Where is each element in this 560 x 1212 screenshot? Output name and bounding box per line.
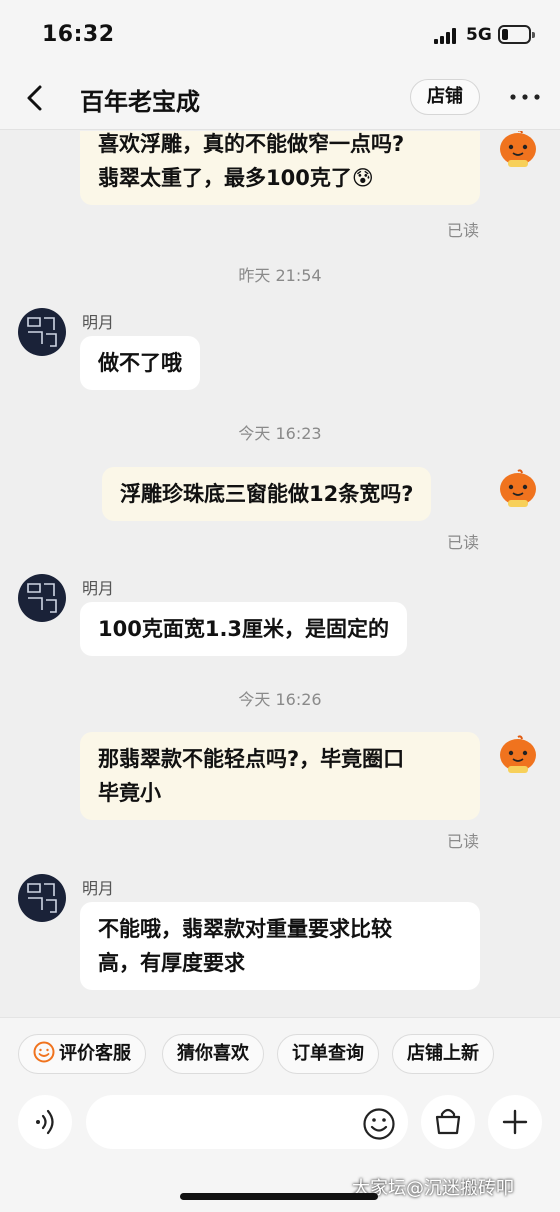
read-status: 已读 <box>447 533 480 552</box>
chip-label: 评价客服 <box>59 1043 131 1064</box>
add-button[interactable] <box>488 1095 542 1149</box>
read-status: 已读 <box>447 832 480 851</box>
timestamp: 今天 16:23 <box>238 424 322 443</box>
smile-icon <box>33 1041 55 1063</box>
message-bubble-incoming[interactable]: 不能哦，翡翠款对重量要求比较 高，有厚度要求 <box>80 902 480 990</box>
emoji-icon[interactable] <box>362 1107 396 1141</box>
emoji-sweat-icon: 😰 <box>351 166 374 190</box>
chip-guess-you-like[interactable]: 猜你喜欢 <box>162 1034 264 1074</box>
quick-reply-bar: 评价客服 猜你喜欢 订单查询 店铺上新 <box>0 1017 560 1085</box>
message-bubble-outgoing[interactable]: 那翡翠款不能轻点吗?，毕竟圈口 毕竟小 <box>80 732 480 820</box>
message-bubble-incoming[interactable]: 100克面宽1.3厘米，是固定的 <box>80 602 408 656</box>
message-line: 喜欢浮雕，真的不能做窄一点吗? <box>98 132 405 156</box>
chip-order-query[interactable]: 订单查询 <box>277 1034 379 1074</box>
message-line: 高，有厚度要求 <box>98 951 245 975</box>
chip-rate-service[interactable]: 评价客服 <box>18 1034 146 1074</box>
message-text: 浮雕珍珠底三窗能做12条宽吗? <box>120 482 414 506</box>
shop-button[interactable]: 店铺 <box>410 79 480 115</box>
shop-logo-icon <box>27 583 57 613</box>
message-line: 毕竟小 <box>98 781 161 805</box>
message-line: 不能哦，翡翠款对重量要求比较 <box>98 917 392 941</box>
status-bar: 16:32 5G <box>0 0 560 70</box>
shop-logo-icon <box>27 883 57 913</box>
my-avatar-icon[interactable] <box>498 735 538 775</box>
chip-label: 订单查询 <box>292 1043 364 1064</box>
my-avatar-icon[interactable] <box>498 469 538 509</box>
message-line: 翡翠太重了，最多100克了 <box>98 166 352 190</box>
battery-icon <box>498 25 535 44</box>
home-indicator[interactable] <box>180 1193 378 1200</box>
message-bubble-incoming[interactable]: 做不了哦 <box>80 336 200 390</box>
plus-icon <box>502 1109 528 1135</box>
read-status: 已读 <box>447 221 480 240</box>
chat-list[interactable]: 喜欢浮雕，真的不能做窄一点吗? 翡翠太重了，最多100克了😰 已读 昨天 21:… <box>0 131 560 1016</box>
message-text: 做不了哦 <box>98 351 182 375</box>
status-time: 16:32 <box>42 22 115 47</box>
back-chevron-icon[interactable] <box>20 82 52 114</box>
message-line: 那翡翠款不能轻点吗?，毕竟圈口 <box>98 747 405 771</box>
network-type: 5G <box>466 25 492 45</box>
page-title: 百年老宝成 <box>80 88 200 116</box>
more-icon[interactable] <box>505 80 545 114</box>
sender-name: 明月 <box>82 579 115 598</box>
voice-button[interactable] <box>18 1095 72 1149</box>
shopping-bag-icon <box>435 1108 461 1135</box>
voice-icon <box>36 1109 54 1135</box>
chip-shop-new[interactable]: 店铺上新 <box>392 1034 494 1074</box>
shop-avatar[interactable] <box>18 574 66 622</box>
shop-avatar[interactable] <box>18 308 66 356</box>
timestamp: 昨天 21:54 <box>238 266 322 285</box>
my-avatar-icon[interactable] <box>498 131 538 169</box>
message-input[interactable] <box>86 1095 408 1149</box>
sender-name: 明月 <box>82 879 115 898</box>
message-bubble-outgoing[interactable]: 浮雕珍珠底三窗能做12条宽吗? <box>102 467 432 521</box>
shop-avatar[interactable] <box>18 874 66 922</box>
signal-icon <box>434 28 460 44</box>
sender-name: 明月 <box>82 313 115 332</box>
chip-label: 店铺上新 <box>407 1043 479 1064</box>
nav-bar: 百年老宝成 店铺 <box>0 70 560 130</box>
shop-logo-icon <box>27 317 57 347</box>
message-text: 100克面宽1.3厘米，是固定的 <box>98 617 390 641</box>
chip-label: 猜你喜欢 <box>177 1043 249 1064</box>
timestamp: 今天 16:26 <box>238 690 322 709</box>
message-bubble-outgoing[interactable]: 喜欢浮雕，真的不能做窄一点吗? 翡翠太重了，最多100克了😰 <box>80 131 480 205</box>
shopping-bag-button[interactable] <box>421 1095 475 1149</box>
